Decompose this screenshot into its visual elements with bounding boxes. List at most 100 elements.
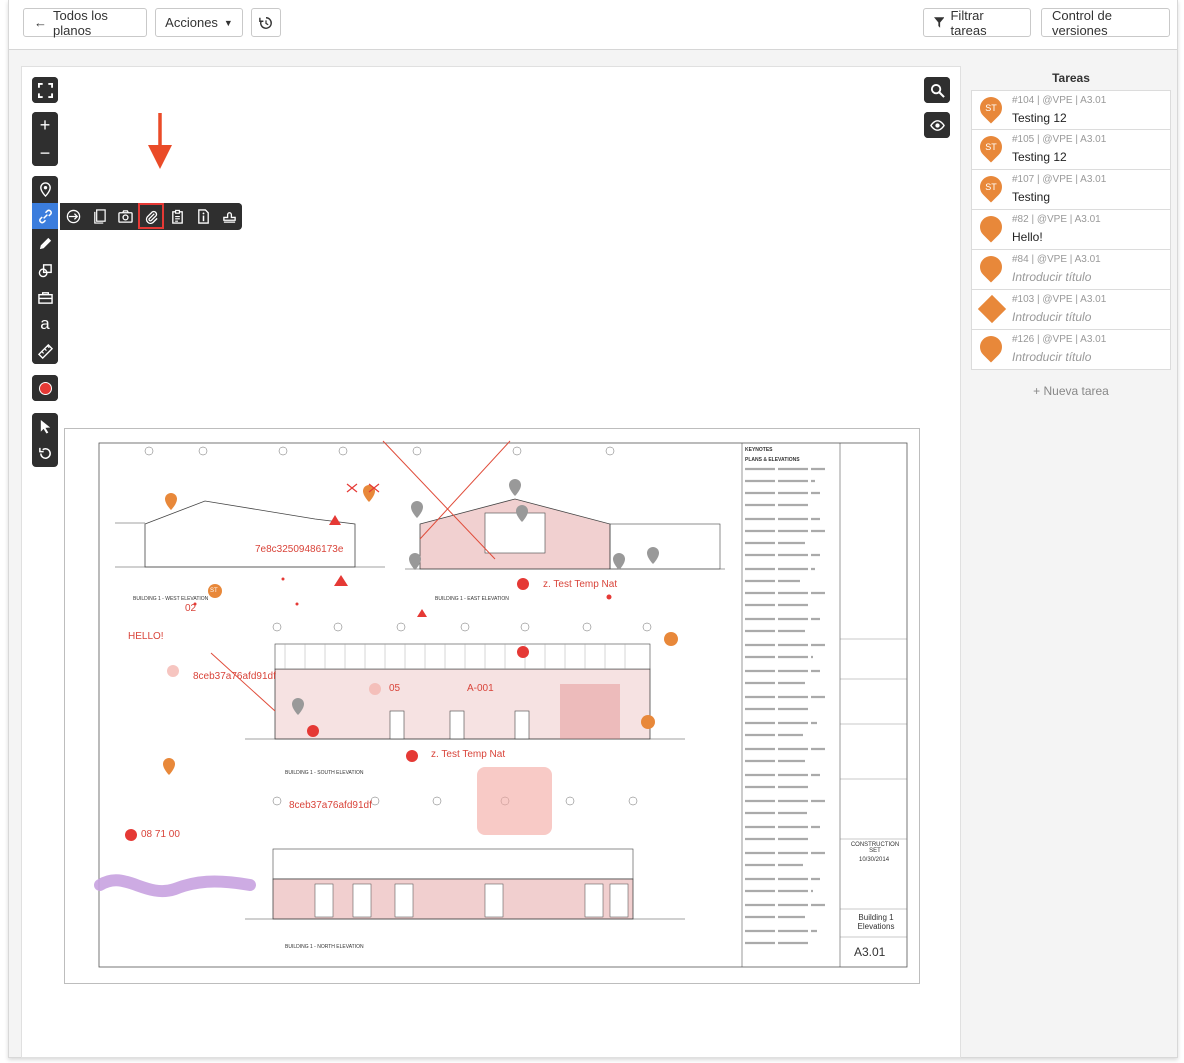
keynotes-title: KEYNOTES bbox=[745, 447, 773, 453]
link-file-button[interactable] bbox=[138, 203, 164, 229]
record-button[interactable] bbox=[32, 375, 58, 401]
task-item[interactable]: #82 | @VPE | A3.01 Hello! bbox=[971, 210, 1171, 250]
link-photo-button[interactable] bbox=[112, 203, 138, 229]
plan-viewer[interactable]: + − a 7e8c32509486173e 02 HELLO! 8ceb37a… bbox=[21, 66, 961, 1058]
rotate-icon bbox=[38, 447, 51, 459]
map-pin-icon bbox=[39, 181, 51, 197]
file-annotation-1[interactable]: 7e8c32509486173e bbox=[255, 544, 343, 555]
search-icon bbox=[930, 83, 945, 98]
task-badge: ST bbox=[985, 103, 997, 113]
filter-tasks-label: Filtrar tareas bbox=[950, 7, 987, 38]
east-elevation-title: BUILDING 1 - EAST ELEVATION bbox=[435, 596, 509, 602]
south-elevation-title: BUILDING 1 - SOUTH ELEVATION bbox=[285, 770, 364, 776]
task-item[interactable]: ST #104 | @VPE | A3.01 Testing 12 bbox=[971, 90, 1171, 130]
select-tool[interactable] bbox=[32, 413, 58, 439]
shapes-icon bbox=[38, 263, 52, 277]
fullscreen-button[interactable] bbox=[32, 77, 58, 103]
zoom-in-button[interactable]: + bbox=[32, 112, 58, 138]
task-title: Introducir título bbox=[1012, 270, 1092, 284]
paperclip-icon bbox=[145, 210, 158, 224]
history-button[interactable] bbox=[251, 8, 281, 37]
link-sheet-button[interactable] bbox=[86, 203, 112, 229]
text-icon: a bbox=[40, 314, 50, 333]
label-a001[interactable]: A-001 bbox=[467, 683, 494, 694]
task-item[interactable]: ST #107 | @VPE | A3.01 Testing bbox=[971, 170, 1171, 210]
task-list: ST #104 | @VPE | A3.01 Testing 12 ST #105 | … bbox=[971, 90, 1171, 370]
task-title: Introducir título bbox=[1012, 350, 1092, 364]
toolbox-icon bbox=[37, 291, 53, 304]
record-icon bbox=[38, 381, 52, 395]
task-title: Testing 12 bbox=[1012, 150, 1067, 164]
task-badge: ST bbox=[985, 182, 997, 192]
zoom-out-button[interactable]: − bbox=[32, 140, 58, 166]
task-item[interactable]: ST #105 | @VPE | A3.01 Testing 12 bbox=[971, 130, 1171, 170]
drawing-sheet[interactable]: 7e8c32509486173e 02 HELLO! 8ceb37a76afd9… bbox=[64, 428, 920, 984]
toolbox-tool[interactable] bbox=[32, 284, 58, 310]
label-02[interactable]: 02 bbox=[185, 603, 196, 614]
filter-icon bbox=[934, 17, 945, 28]
link-plan-button[interactable] bbox=[60, 203, 86, 229]
file-annotation-3[interactable]: 8ceb37a76afd91df bbox=[289, 800, 372, 811]
version-control-button[interactable]: Control de versiones bbox=[1041, 8, 1170, 38]
set-name: CONSTRUCTION SET bbox=[850, 842, 900, 854]
st-marker[interactable]: ST bbox=[210, 588, 218, 594]
code-annotation[interactable]: 08 71 00 bbox=[141, 829, 180, 840]
info-document-icon bbox=[197, 208, 209, 224]
task-meta: #126 | @VPE | A3.01 bbox=[1012, 334, 1107, 345]
link-form-button[interactable] bbox=[164, 203, 190, 229]
task-item[interactable]: #84 | @VPE | A3.01 Introducir título bbox=[971, 250, 1171, 290]
top-toolbar: ← Todos los planos Acciones ▼ Filtrar ta… bbox=[9, 0, 1177, 50]
sheet-number: A3.01 bbox=[854, 945, 886, 959]
link-info-button[interactable] bbox=[190, 203, 216, 229]
pin-marker-icon: ST bbox=[975, 171, 1007, 203]
set-date: 10/30/2014 bbox=[859, 857, 890, 863]
task-badge bbox=[980, 336, 1002, 358]
visibility-button[interactable] bbox=[924, 112, 950, 138]
pen-tool[interactable] bbox=[32, 230, 58, 256]
label-05[interactable]: 05 bbox=[389, 683, 400, 694]
select-group bbox=[32, 413, 58, 467]
caret-down-icon: ▼ bbox=[223, 17, 233, 28]
camera-icon bbox=[117, 209, 133, 223]
pin-marker-icon bbox=[975, 331, 1007, 363]
link-stamp-button[interactable] bbox=[216, 203, 242, 229]
text-tool[interactable]: a bbox=[32, 311, 58, 337]
temp-annotation-1[interactable]: z. Test Temp Nat bbox=[543, 579, 617, 590]
minus-icon: − bbox=[39, 142, 51, 163]
diamond-marker-icon bbox=[977, 294, 1007, 324]
task-meta: #84 | @VPE | A3.01 bbox=[1012, 254, 1101, 265]
pin-marker-icon: ST bbox=[975, 131, 1007, 163]
temp-annotation-2[interactable]: z. Test Temp Nat bbox=[431, 749, 505, 760]
link-tool[interactable] bbox=[32, 203, 58, 229]
app-frame: ← Todos los planos Acciones ▼ Filtrar ta… bbox=[8, 0, 1178, 1058]
history-icon bbox=[259, 16, 272, 29]
sheets-icon bbox=[93, 208, 106, 224]
cursor-icon bbox=[40, 419, 50, 434]
actions-dropdown[interactable]: Acciones ▼ bbox=[155, 8, 243, 37]
hello-text-annotation[interactable]: HELLO! bbox=[128, 631, 164, 642]
tasks-panel-title: Tareas bbox=[1052, 71, 1090, 85]
north-elevation-title: BUILDING 1 - NORTH ELEVATION bbox=[285, 944, 364, 950]
task-item[interactable]: #126 | @VPE | A3.01 Introducir título bbox=[971, 330, 1171, 370]
task-title: Hello! bbox=[1012, 230, 1043, 244]
search-button[interactable] bbox=[924, 77, 950, 103]
file-annotation-2[interactable]: 8ceb37a76afd91df bbox=[193, 671, 276, 682]
pin-marker-icon bbox=[975, 211, 1007, 243]
plans-elevations-label: PLANS & ELEVATIONS bbox=[745, 457, 800, 463]
task-item[interactable]: #103 | @VPE | A3.01 Introducir título bbox=[971, 290, 1171, 330]
filter-tasks-button[interactable]: Filtrar tareas bbox=[923, 7, 1031, 38]
zoom-group: + − bbox=[32, 112, 58, 166]
all-plans-button[interactable]: ← Todos los planos bbox=[23, 8, 147, 38]
measure-tool[interactable] bbox=[32, 338, 58, 364]
pin-tool[interactable] bbox=[32, 176, 58, 202]
pin-marker-icon: ST bbox=[975, 92, 1007, 124]
shapes-tool[interactable] bbox=[32, 257, 58, 283]
tasks-panel: Tareas ST #104 | @VPE | A3.01 Testing 12 ST… bbox=[971, 66, 1171, 398]
pencil-icon bbox=[39, 237, 51, 249]
sheet-title: Building 1 Elevations bbox=[857, 913, 895, 931]
rotate-tool[interactable] bbox=[32, 440, 58, 466]
new-task-button[interactable]: + Nueva tarea bbox=[971, 384, 1171, 398]
drawing-linework bbox=[94, 440, 908, 968]
arrow-left-icon: ← bbox=[34, 15, 47, 30]
task-meta: #104 | @VPE | A3.01 bbox=[1012, 95, 1107, 106]
